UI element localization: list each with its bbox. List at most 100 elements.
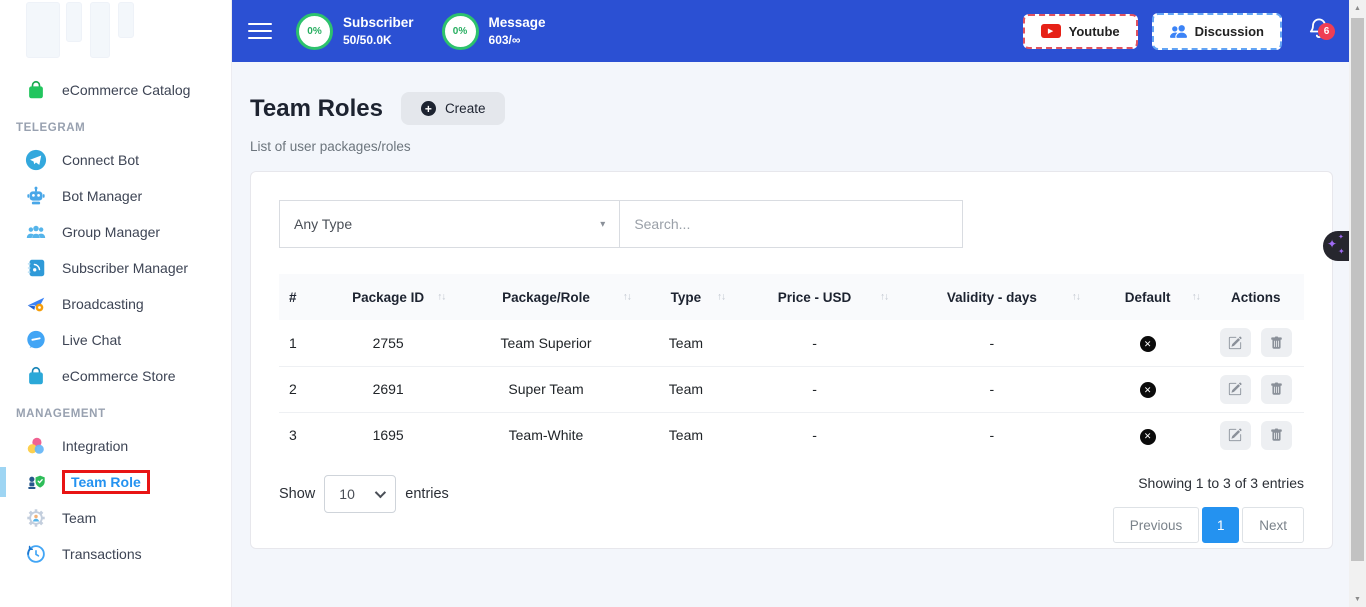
type-cell: Team bbox=[639, 320, 733, 366]
message-progress-ring: 0% bbox=[442, 13, 479, 50]
package-id-cell: 2691 bbox=[323, 366, 453, 412]
column-header-price[interactable]: Price - USD↑↓ bbox=[733, 274, 896, 320]
sidebar-item-label: eCommerce Store bbox=[62, 368, 176, 384]
sidebar-item-team[interactable]: Team bbox=[0, 500, 231, 536]
create-button-label: Create bbox=[445, 101, 486, 116]
default-off-icon[interactable] bbox=[1140, 429, 1156, 445]
column-header-number: # bbox=[279, 274, 323, 320]
sidebar-item-broadcasting[interactable]: Broadcasting bbox=[0, 286, 231, 322]
sidebar-item-ecommerce-catalog[interactable]: eCommerce Catalog bbox=[0, 72, 231, 108]
youtube-button[interactable]: Youtube bbox=[1023, 14, 1138, 49]
edit-button[interactable] bbox=[1220, 375, 1251, 404]
next-page-button[interactable]: Next bbox=[1242, 507, 1304, 543]
main-content: Team Roles Create List of user packages/… bbox=[232, 62, 1349, 607]
ai-assistant-widget[interactable]: ✦ ✦ ✦ bbox=[1323, 231, 1349, 261]
active-item-indicator bbox=[0, 467, 6, 497]
sidebar-item-label: eCommerce Catalog bbox=[62, 82, 190, 98]
sidebar-item-connect-bot[interactable]: Connect Bot bbox=[0, 142, 231, 178]
sparkle-icon: ✦ bbox=[1327, 237, 1337, 251]
table-row: 2 2691 Super Team Team - - bbox=[279, 366, 1304, 412]
plus-circle-icon bbox=[421, 101, 436, 116]
delete-button[interactable] bbox=[1261, 375, 1292, 404]
sort-icon: ↑↓ bbox=[1072, 292, 1080, 303]
price-cell: - bbox=[733, 412, 896, 458]
sparkle-icon: ✦ bbox=[1338, 247, 1345, 256]
validity-cell: - bbox=[896, 366, 1088, 412]
package-role-cell: Team Superior bbox=[453, 320, 639, 366]
scroll-down-arrow[interactable]: ▼ bbox=[1349, 591, 1366, 607]
sidebar-item-label: Bot Manager bbox=[62, 188, 142, 204]
validity-cell: - bbox=[896, 320, 1088, 366]
sidebar-item-integration[interactable]: Integration bbox=[0, 428, 231, 464]
sidebar-item-team-role[interactable]: Team Role bbox=[0, 464, 231, 500]
sidebar-item-live-chat[interactable]: Live Chat bbox=[0, 322, 231, 358]
sidebar-item-group-manager[interactable]: Group Manager bbox=[0, 214, 231, 250]
row-number: 1 bbox=[279, 320, 323, 366]
delete-button[interactable] bbox=[1261, 328, 1292, 357]
sidebar-item-transactions[interactable]: Transactions bbox=[0, 536, 231, 572]
sidebar-section-management: MANAGEMENT bbox=[0, 394, 231, 428]
create-button[interactable]: Create bbox=[401, 92, 506, 125]
people-icon bbox=[1170, 23, 1187, 40]
page-scrollbar[interactable]: ▲ ▼ bbox=[1349, 0, 1366, 607]
sidebar-item-label: Transactions bbox=[62, 546, 142, 562]
delete-button[interactable] bbox=[1261, 421, 1292, 450]
edit-button[interactable] bbox=[1220, 328, 1251, 357]
table-row: 3 1695 Team-White Team - - bbox=[279, 412, 1304, 458]
phonebook-icon bbox=[24, 256, 48, 280]
search-input[interactable] bbox=[620, 200, 962, 248]
column-header-package-role[interactable]: Package/Role↑↓ bbox=[453, 274, 639, 320]
message-stat-label: Message bbox=[489, 14, 546, 32]
message-stat-value: 603/∞ bbox=[489, 32, 546, 48]
hamburger-menu-icon[interactable] bbox=[248, 18, 272, 44]
transactions-history-icon bbox=[24, 542, 48, 566]
default-off-icon[interactable] bbox=[1140, 382, 1156, 398]
type-filter-value: Any Type bbox=[294, 216, 352, 232]
sidebar-item-label: Connect Bot bbox=[62, 152, 139, 168]
team-roles-card: Any Type ▾ # Package ID↑↓ Package/Role↑↓… bbox=[250, 171, 1333, 549]
default-off-icon[interactable] bbox=[1140, 336, 1156, 352]
page-1-button[interactable]: 1 bbox=[1202, 507, 1239, 543]
column-header-type[interactable]: Type↑↓ bbox=[639, 274, 733, 320]
previous-page-button[interactable]: Previous bbox=[1113, 507, 1200, 543]
youtube-button-label: Youtube bbox=[1069, 24, 1120, 39]
sort-icon: ↑↓ bbox=[623, 292, 631, 303]
package-id-cell: 1695 bbox=[323, 412, 453, 458]
package-id-cell: 2755 bbox=[323, 320, 453, 366]
shopping-bag-green-icon bbox=[24, 78, 48, 102]
entries-per-page-select[interactable]: 10 bbox=[324, 475, 396, 513]
column-header-validity[interactable]: Validity - days↑↓ bbox=[896, 274, 1088, 320]
sidebar-item-label: Broadcasting bbox=[62, 296, 144, 312]
edit-button[interactable] bbox=[1220, 421, 1251, 450]
sidebar-item-label: Live Chat bbox=[62, 332, 121, 348]
sidebar-item-label: Team bbox=[62, 510, 96, 526]
column-header-default[interactable]: Default↑↓ bbox=[1088, 274, 1208, 320]
type-cell: Team bbox=[639, 412, 733, 458]
entries-per-page-value: 10 bbox=[339, 486, 355, 502]
role-shield-icon bbox=[24, 470, 48, 494]
sidebar-item-label-active: Team Role bbox=[62, 470, 150, 494]
sidebar-item-ecommerce-store[interactable]: eCommerce Store bbox=[0, 358, 231, 394]
scrollbar-thumb[interactable] bbox=[1351, 18, 1364, 561]
sidebar-section-telegram: TELEGRAM bbox=[0, 108, 231, 142]
notification-bell-button[interactable]: 6 bbox=[1308, 17, 1330, 46]
type-filter-select[interactable]: Any Type ▾ bbox=[279, 200, 620, 248]
top-navbar: 0% Subscriber 50/50.0K 0% Message 603/∞ … bbox=[232, 0, 1366, 62]
sidebar: eCommerce Catalog TELEGRAM Connect Bot B… bbox=[0, 0, 232, 607]
column-header-package-id[interactable]: Package ID↑↓ bbox=[323, 274, 453, 320]
broadcast-plane-icon bbox=[24, 292, 48, 316]
price-cell: - bbox=[733, 366, 896, 412]
sidebar-item-subscriber-manager[interactable]: Subscriber Manager bbox=[0, 250, 231, 286]
sort-icon: ↑↓ bbox=[1192, 292, 1200, 303]
robot-icon bbox=[24, 184, 48, 208]
scroll-up-arrow[interactable]: ▲ bbox=[1349, 0, 1366, 16]
sort-icon: ↑↓ bbox=[437, 292, 445, 303]
sidebar-item-label: Subscriber Manager bbox=[62, 260, 188, 276]
type-cell: Team bbox=[639, 366, 733, 412]
package-role-cell: Super Team bbox=[453, 366, 639, 412]
sidebar-item-bot-manager[interactable]: Bot Manager bbox=[0, 178, 231, 214]
logo-placeholder bbox=[14, 2, 217, 64]
discussion-button[interactable]: Discussion bbox=[1152, 13, 1282, 50]
sort-icon: ↑↓ bbox=[717, 292, 725, 303]
sidebar-item-label: Group Manager bbox=[62, 224, 160, 240]
